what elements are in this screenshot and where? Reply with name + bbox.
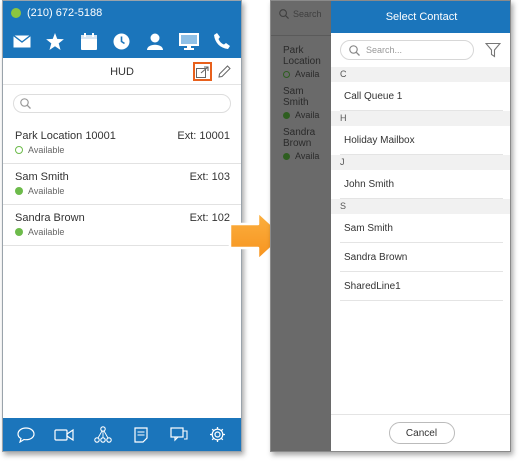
section-header-c: C [331, 67, 510, 82]
status-bar: (210) 672-5188 [3, 1, 241, 24]
contact-row[interactable]: Sandra Brown Ext: 102 Available [3, 205, 241, 246]
status-text: Available [28, 186, 65, 196]
bottom-nav-bar [3, 418, 241, 451]
contact-status: Available [15, 227, 231, 237]
panel-footer: Cancel [331, 414, 510, 451]
phone-icon[interactable] [209, 29, 235, 53]
contact-option[interactable]: Call Queue 1 [340, 82, 503, 111]
status-dot [283, 111, 290, 119]
status-dot [15, 187, 23, 195]
background-row-name: Sam Smith [283, 86, 309, 108]
status-text: Available [28, 227, 65, 237]
search-icon [349, 44, 360, 56]
contact-search-input[interactable]: Search... [340, 40, 474, 60]
contact-option[interactable]: Sandra Brown [340, 243, 503, 272]
contact-status: Available [15, 145, 231, 155]
star-icon[interactable] [42, 29, 68, 53]
contact-row[interactable]: Sam Smith Ext: 103 Available [3, 164, 241, 205]
contact-list: Park Location 10001 Ext: 10001 Available… [3, 123, 241, 246]
contact-option[interactable]: John Smith [340, 170, 503, 199]
contact-option[interactable]: Holiday Mailbox [340, 126, 503, 155]
messages-icon[interactable] [167, 424, 191, 446]
section-header-j: J [331, 155, 510, 170]
search-placeholder: Search... [366, 45, 403, 55]
contact-ext: Ext: 102 [189, 212, 230, 224]
top-nav-bar [3, 24, 241, 58]
contact-option[interactable]: SharedLine1 [340, 272, 503, 301]
background-search: Search [279, 9, 322, 19]
contact-row[interactable]: Park Location 10001 Ext: 10001 Available [3, 123, 241, 164]
clock-icon[interactable] [109, 29, 135, 53]
status-dot [283, 152, 290, 160]
hud-header: HUD [3, 58, 241, 85]
search-icon [20, 98, 31, 109]
monitor-icon[interactable] [176, 29, 202, 53]
status-dot [283, 70, 290, 78]
hud-search-input[interactable] [13, 94, 231, 113]
chat-icon[interactable] [14, 424, 38, 446]
envelope-icon[interactable] [9, 29, 35, 53]
divider [271, 35, 331, 36]
filter-icon[interactable] [485, 42, 501, 58]
background-row-status: Availa [295, 110, 320, 120]
contact-ext: Ext: 10001 [177, 130, 230, 142]
section-header-h: H [331, 111, 510, 126]
background-row: Park Location Availa [283, 45, 331, 79]
settings-icon[interactable] [206, 424, 230, 446]
contact-option[interactable]: Sam Smith [340, 214, 503, 243]
status-dot [15, 228, 23, 236]
status-dot [15, 146, 23, 154]
panel-title: Select Contact [331, 1, 510, 33]
search-icon [279, 9, 289, 19]
hud-screen: (210) 672-5188 HUD Park Location 10001 E… [2, 0, 242, 452]
select-contact-screen: Search Park Location Availa Sam Smith Av… [270, 0, 511, 452]
section-header-s: S [331, 199, 510, 214]
background-row: Sam Smith Availa [283, 86, 331, 120]
background-search-label: Search [293, 9, 322, 19]
calendar-icon[interactable] [76, 29, 102, 53]
pencil-icon[interactable] [216, 63, 232, 79]
background-row-status: Availa [295, 151, 320, 161]
cancel-button[interactable]: Cancel [388, 422, 455, 444]
background-row-status: Availa [295, 69, 320, 79]
video-icon[interactable] [52, 424, 76, 446]
panel-search-bar: Search... [331, 33, 510, 67]
background-row-name: Park Location [283, 45, 321, 67]
presence-dot[interactable] [11, 7, 21, 18]
person-icon[interactable] [142, 29, 168, 53]
background-row: Sandra Brown Availa [283, 127, 331, 161]
status-text: Available [28, 145, 65, 155]
network-icon[interactable] [91, 424, 115, 446]
phone-number: (210) 672-5188 [27, 6, 103, 19]
contact-status: Available [15, 186, 231, 196]
notes-icon[interactable] [129, 424, 153, 446]
select-contact-panel: Select Contact Search... C Call Queue 1 … [331, 1, 510, 451]
contact-ext: Ext: 103 [189, 171, 230, 183]
share-icon[interactable] [193, 62, 212, 81]
dimmed-background: Search Park Location Availa Sam Smith Av… [271, 1, 331, 451]
background-row-name: Sandra Brown [283, 127, 316, 149]
